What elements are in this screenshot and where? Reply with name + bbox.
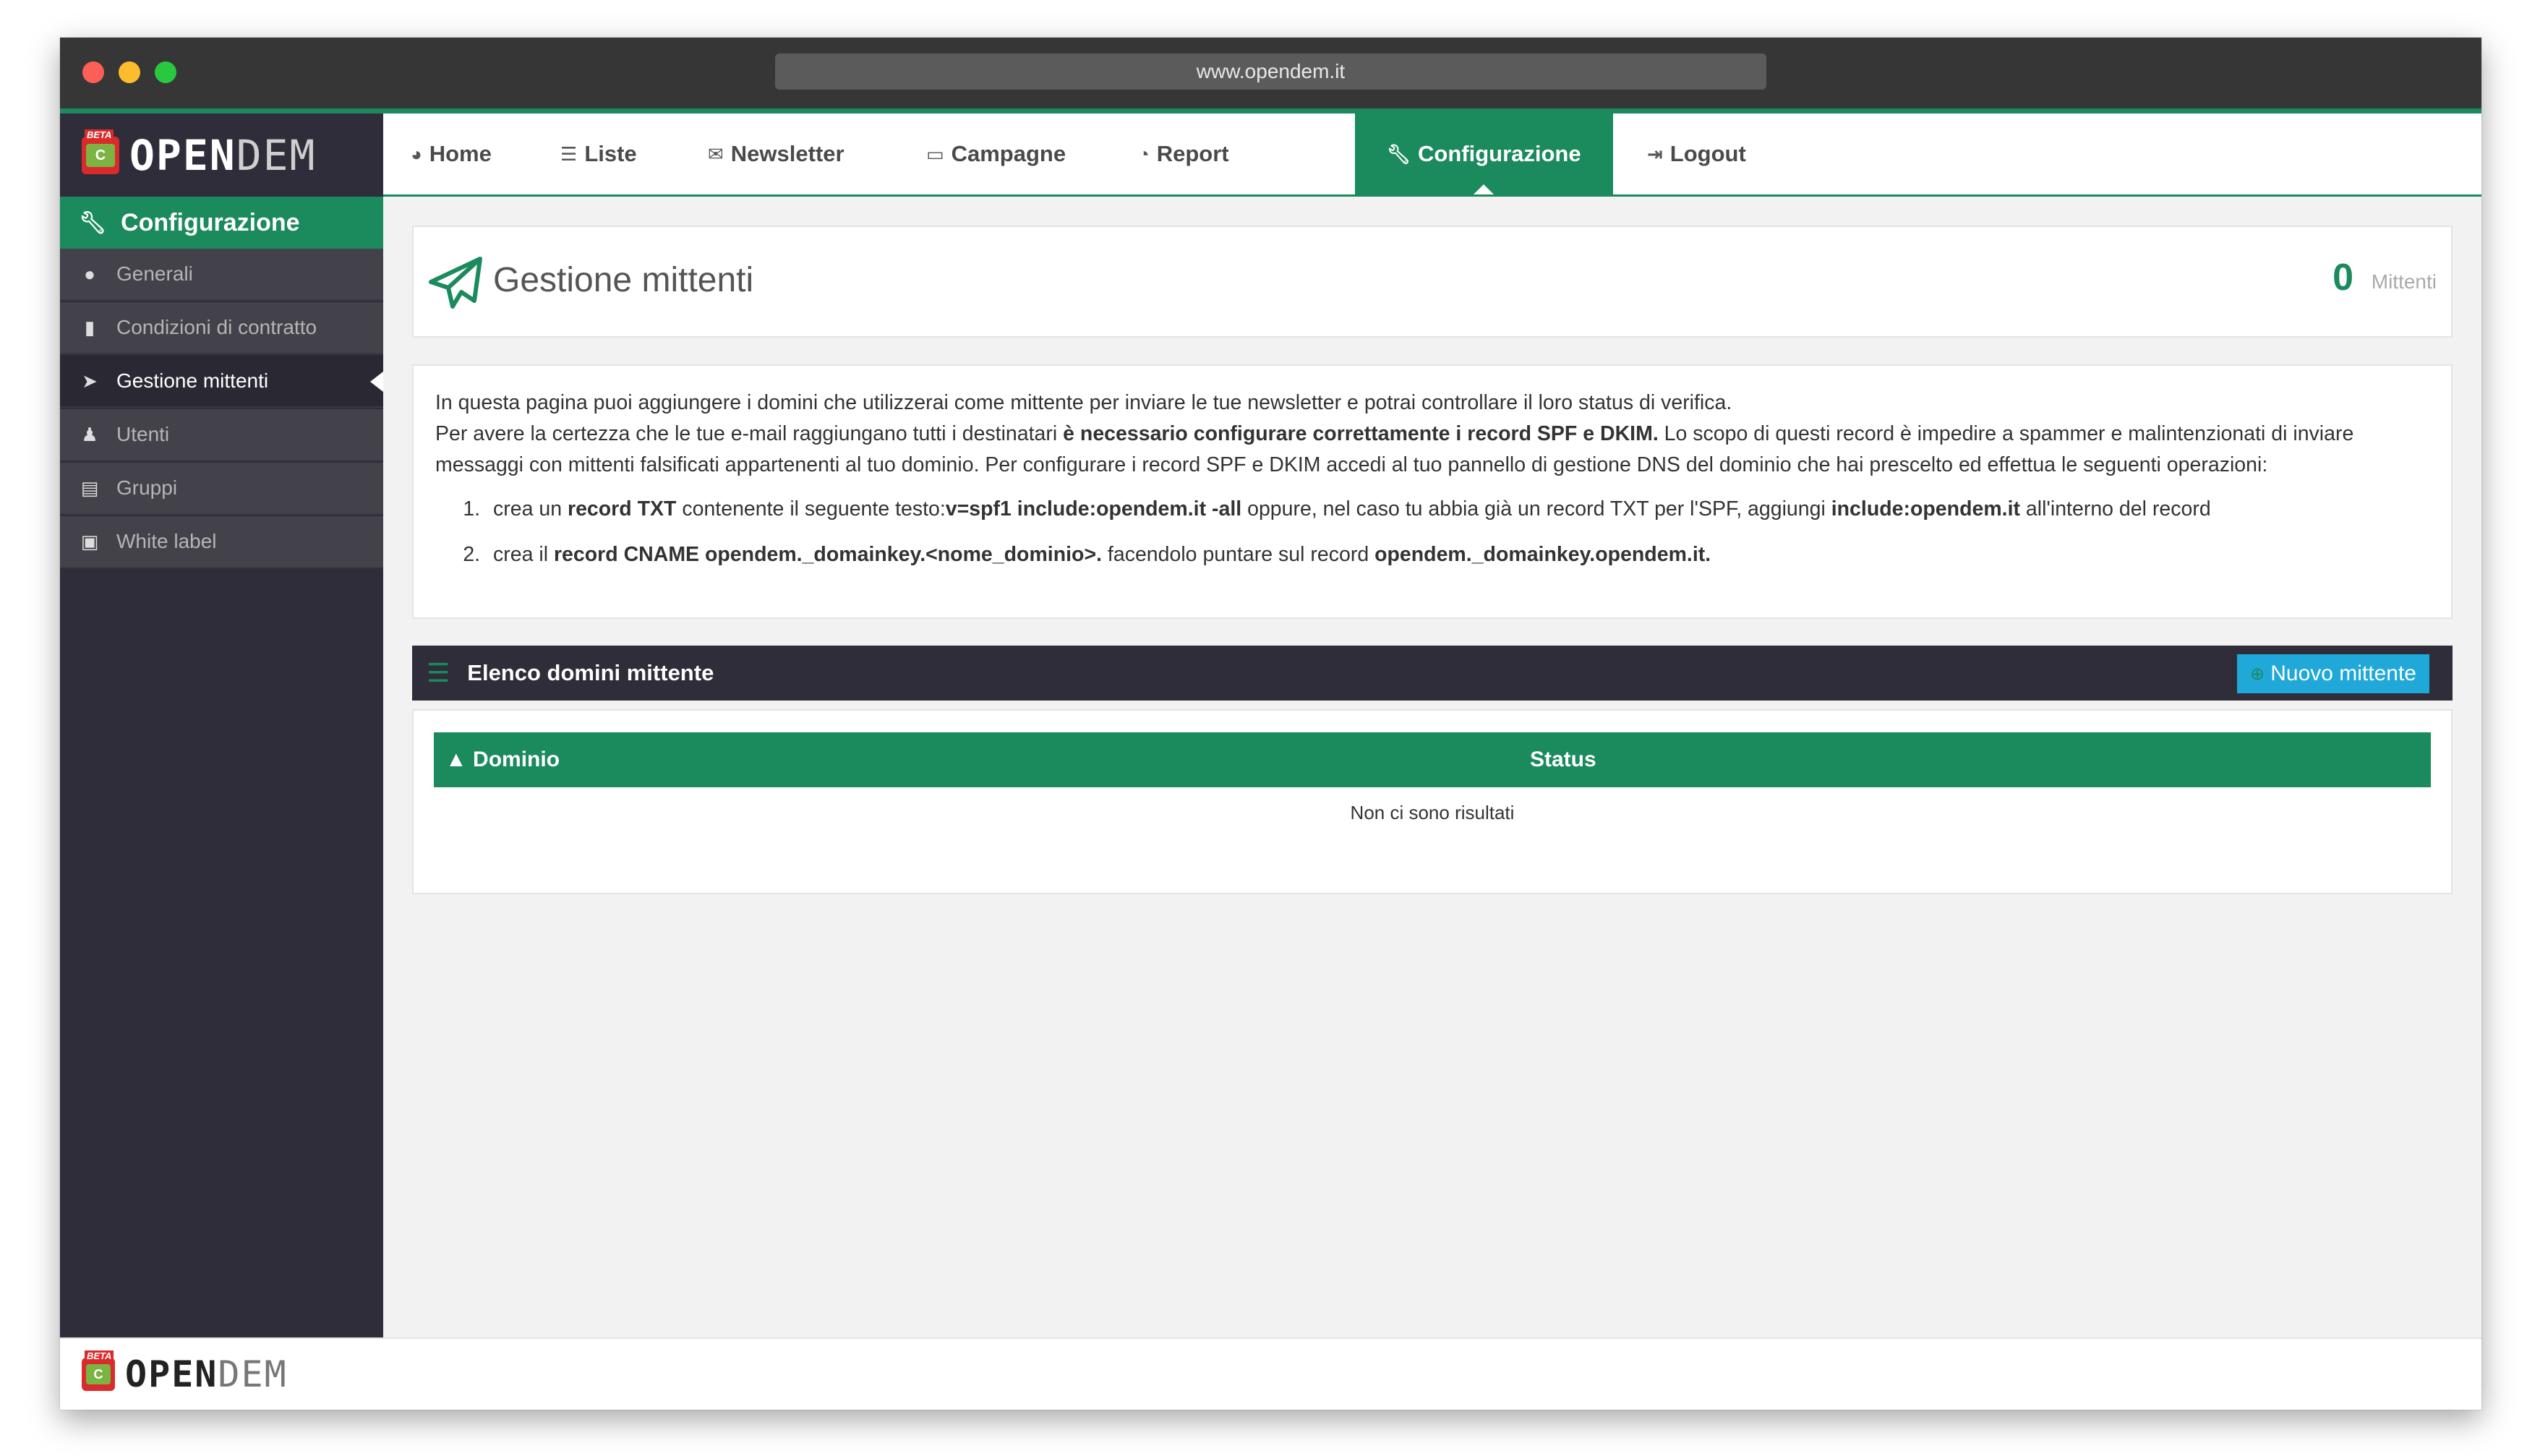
sidebar-section-configurazione: 🔧︎ Configurazione	[60, 197, 383, 249]
sidebar-item-gruppi[interactable]: ▤ Gruppi	[60, 463, 383, 515]
step-cname-record: crea il record CNAME opendem._domainkey.…	[486, 539, 2429, 570]
chrome-accent-bar	[60, 108, 2481, 114]
main-content: Gestione mittenti 0 Mittenti In questa p…	[383, 197, 2481, 1337]
list-title: Elenco domini mittente	[467, 660, 714, 685]
plus-circle-icon: ⊕	[2250, 664, 2265, 684]
sidebar-item-white-label[interactable]: ▣ White label	[60, 516, 383, 568]
brand-logo[interactable]: BETA C OPENDEM	[60, 114, 383, 197]
wrench-icon: 🔧︎	[79, 210, 107, 235]
footer-logo-text: OPENDEM	[125, 1353, 288, 1395]
list-header: ☰ Elenco domini mittente ⊕ Nuovo mittent…	[412, 646, 2453, 701]
nav-logout[interactable]: ⇥ Logout	[1647, 114, 1746, 194]
nav-liste[interactable]: ☰ Liste	[560, 114, 637, 194]
minimize-window-button[interactable]	[119, 61, 140, 83]
list-icon: ☰	[560, 142, 578, 165]
wrench-icon: 🔧︎	[1387, 142, 1411, 165]
page-header-panel: Gestione mittenti 0 Mittenti	[412, 226, 2453, 338]
paper-plane-icon: ➤	[82, 369, 98, 392]
nav-configurazione[interactable]: 🔧︎ Configurazione	[1355, 114, 1613, 194]
paper-plane-icon	[429, 257, 482, 309]
page-title: Gestione mittenti	[493, 261, 754, 299]
globe-icon: ●	[84, 262, 95, 285]
sidebar-item-generali[interactable]: ● Generali	[60, 249, 383, 301]
empty-results-message: Non ci sono risultati	[1350, 802, 1515, 823]
sidebar-item-gestione-mittenti[interactable]: ➤ Gestione mittenti	[60, 356, 383, 408]
sidebar-item-condizioni-di-contratto[interactable]: ▮ Condizioni di contratto	[60, 302, 383, 354]
steps-list: crea un record TXT contenente il seguent…	[435, 494, 2429, 570]
nav-campagne[interactable]: ▭ Campagne	[926, 114, 1066, 194]
browser-chrome: www.opendem.it	[60, 38, 2481, 108]
nav-report[interactable]: ◔ Report	[1138, 114, 1229, 194]
spf-dkim-text: Per avere la certezza che le tue e-mail …	[435, 422, 2354, 476]
column-dominio[interactable]: ▲ Dominio	[445, 732, 560, 787]
pie-chart-icon: ◔	[1138, 142, 1150, 165]
file-icon: ▮	[84, 316, 95, 338]
sidebar: BETA C OPENDEM 🔧︎ Configurazione ● Gener…	[60, 114, 383, 1337]
new-sender-button[interactable]: ⊕ Nuovo mittente	[2237, 654, 2429, 693]
logo-text: OPENDEM	[129, 130, 317, 180]
close-window-button[interactable]	[82, 61, 104, 83]
intro-text: In questa pagina puoi aggiungere i domin…	[435, 391, 1732, 414]
mittenti-count-label: Mittenti	[2371, 270, 2437, 293]
browser-window: www.opendem.it BETA C OPENDEM 🔧︎ Configu…	[60, 38, 2481, 1410]
users-icon: ♟	[81, 423, 98, 445]
step-txt-record: crea un record TXT contenente il seguent…	[486, 494, 2429, 525]
folder-icon: ▭	[926, 142, 944, 165]
footer-logo-badge-icon: BETA C	[82, 1350, 115, 1391]
table-header: ▲ Dominio Status	[434, 732, 2431, 787]
list-icon: ☰	[427, 658, 450, 688]
address-bar[interactable]: www.opendem.it	[775, 53, 1766, 90]
mittenti-count: 0	[2332, 257, 2353, 299]
id-card-icon: ▤	[80, 476, 99, 499]
envelope-icon: ✉	[708, 142, 724, 165]
nav-home[interactable]: ◕ Home	[411, 114, 492, 194]
image-icon: ▣	[80, 530, 99, 552]
footer: BETA C OPENDEM	[60, 1337, 2481, 1410]
maximize-window-button[interactable]	[155, 61, 176, 83]
sign-out-icon: ⇥	[1647, 142, 1663, 165]
top-navigation: ◕ Home ☰ Liste ✉ Newsletter ▭ Campagne ◔…	[383, 114, 2481, 197]
column-status[interactable]: Status	[1530, 732, 1596, 787]
sidebar-item-utenti[interactable]: ♟ Utenti	[60, 409, 383, 461]
nav-newsletter[interactable]: ✉ Newsletter	[708, 114, 844, 194]
domains-table-panel: ▲ Dominio Status Non ci sono risultati	[412, 709, 2453, 894]
logo-badge-icon: BETA C	[82, 129, 119, 174]
dashboard-icon: ◕	[411, 142, 422, 165]
instructions-panel: In questa pagina puoi aggiungere i domin…	[412, 364, 2453, 619]
